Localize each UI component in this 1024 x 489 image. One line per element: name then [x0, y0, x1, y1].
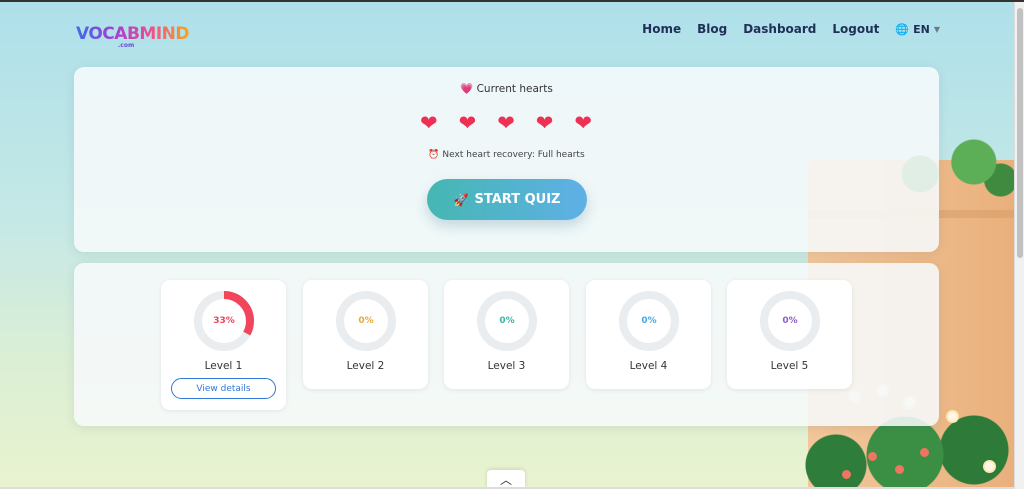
- level-label: Level 5: [770, 360, 809, 372]
- level-card-2[interactable]: 0% Level 2: [303, 280, 428, 389]
- flower-decoration: [868, 452, 877, 461]
- heart-icon: ❤: [497, 111, 515, 135]
- flower-decoration: [895, 465, 904, 474]
- heart-icon: ❤: [535, 111, 554, 135]
- start-quiz-label: START QUIZ: [474, 192, 561, 207]
- chevron-up-icon: ︿: [499, 473, 512, 487]
- alarm-clock-icon: ⏰: [428, 150, 440, 160]
- nav-blog[interactable]: Blog: [697, 22, 727, 36]
- progress-percent: 0%: [499, 316, 515, 326]
- progress-percent: 33%: [213, 316, 235, 326]
- heart-icon: ❤: [458, 111, 477, 135]
- view-details-button[interactable]: View details: [171, 378, 276, 399]
- level-card-3[interactable]: 0% Level 3: [444, 280, 569, 389]
- start-quiz-button[interactable]: 🚀 START QUIZ: [427, 179, 587, 220]
- flower-decoration: [842, 470, 851, 479]
- site-logo[interactable]: VOCABMIND .com: [76, 20, 189, 49]
- heart-recovery-status: ⏰ Next heart recovery: Full hearts: [74, 150, 939, 160]
- window-frame: [0, 0, 1024, 2]
- flower-decoration: [948, 412, 957, 421]
- heart-small-icon: 💗: [460, 83, 474, 95]
- hearts-title: 💗 Current hearts: [74, 82, 939, 95]
- top-nav: Home Blog Dashboard Logout 🌐 EN ▼: [642, 22, 940, 36]
- level-label: Level 2: [346, 360, 385, 372]
- heart-recovery-text: Next heart recovery: Full hearts: [442, 150, 585, 160]
- nav-dashboard[interactable]: Dashboard: [743, 22, 816, 36]
- nav-home[interactable]: Home: [642, 22, 681, 36]
- nav-logout[interactable]: Logout: [832, 22, 879, 36]
- rocket-icon: 🚀: [453, 192, 469, 207]
- language-selector[interactable]: 🌐 EN ▼: [895, 23, 940, 36]
- scrollbar-thumb[interactable]: [1017, 8, 1023, 258]
- scrollbar[interactable]: [1014, 2, 1024, 489]
- globe-icon: 🌐: [895, 22, 910, 36]
- level-label: Level 3: [487, 360, 526, 372]
- heart-icon: ❤: [420, 111, 438, 135]
- progress-percent: 0%: [358, 316, 374, 326]
- hearts-row: ❤ ❤ ❤ ❤ ❤: [420, 111, 592, 135]
- progress-percent: 0%: [782, 316, 798, 326]
- level-card-5[interactable]: 0% Level 5: [727, 280, 852, 389]
- flower-decoration: [985, 462, 994, 471]
- chevron-down-icon: ▼: [933, 24, 940, 34]
- hearts-title-text: Current hearts: [476, 83, 553, 95]
- level-card-1[interactable]: 33% Level 1 View details: [161, 280, 286, 410]
- level-card-4[interactable]: 0% Level 4: [586, 280, 711, 389]
- language-label: EN: [913, 22, 930, 36]
- level-label: Level 4: [629, 360, 668, 372]
- flower-decoration: [920, 448, 929, 457]
- logo-text: VOCABMIND: [76, 24, 189, 44]
- progress-percent: 0%: [641, 316, 657, 326]
- heart-icon: ❤: [574, 111, 592, 135]
- logo-sub: .com: [118, 42, 135, 49]
- level-label: Level 1: [204, 360, 243, 372]
